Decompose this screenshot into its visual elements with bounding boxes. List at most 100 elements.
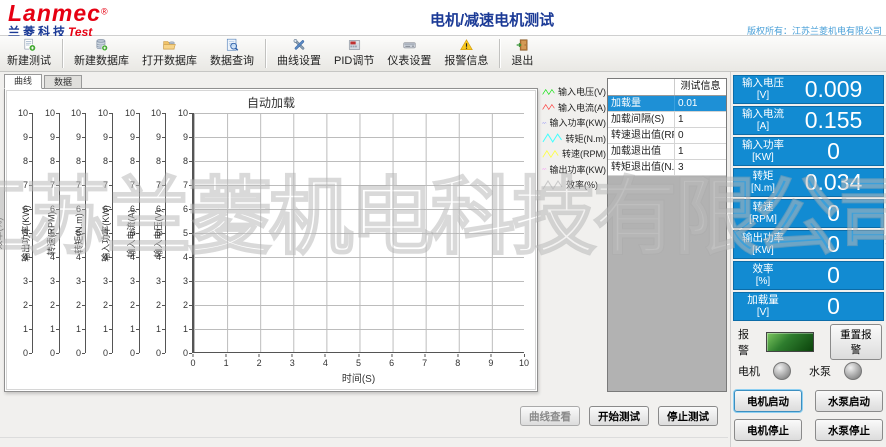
y-axis-label-wrap: 转速(RPM)	[46, 113, 56, 353]
curve-view-button[interactable]: 曲线查看	[520, 406, 580, 426]
y-axis-label-wrap: 输出功率(KW)	[20, 113, 30, 353]
measurement-block: 输入电压[V]0.009	[733, 75, 884, 104]
y-axis-label-wrap: 输入功率(KW)	[100, 113, 110, 353]
chart-legend: 输入电压(V)输入电流(A)输入功率(KW)转矩(N.m)转速(RPM)输出功率…	[542, 84, 606, 193]
tab-curve[interactable]: 曲线	[4, 74, 42, 89]
legend-label: 转矩(N.m)	[566, 132, 607, 145]
y-tick: 5	[183, 228, 192, 238]
y-tick: 7	[183, 180, 192, 190]
legend-label: 输出功率(KW)	[550, 163, 607, 176]
legend-label: 输入电压(V)	[558, 85, 606, 98]
x-axis-label: 时间(S)	[193, 370, 524, 385]
measurement-value: 0.155	[792, 107, 883, 134]
measurement-label: 效率[%]	[734, 264, 792, 287]
exit-button[interactable]: 退出	[508, 37, 536, 70]
test-info-name: 加载量	[608, 96, 675, 111]
y-axis-label-wrap: 转矩(N.m)	[73, 113, 83, 353]
toolbar-separator	[499, 39, 500, 68]
alarm-info-button[interactable]: 报警信息	[441, 37, 491, 70]
alarm-row: 报警 重置报警	[738, 330, 882, 354]
curve-settings-button[interactable]: 曲线设置	[274, 37, 324, 70]
alarm-info-icon	[456, 38, 477, 52]
legend-line-icon	[542, 101, 555, 113]
motor-start-button[interactable]: 电机启动	[734, 390, 802, 412]
y-axis-label: 转矩(N.m)	[72, 213, 85, 254]
chart-panel: 自动加载 效率(%)109876543210输出功率(KW)1098765432…	[4, 88, 538, 392]
motor-stop-button[interactable]: 电机停止	[734, 419, 802, 441]
logo-brand: Lanmec	[8, 0, 101, 26]
legend-item: 输入电流(A)	[542, 100, 606, 116]
measurement-label: 输入功率[KW]	[734, 140, 792, 163]
test-info-row[interactable]: 转矩退出值(N.m)3	[608, 160, 726, 176]
x-tick: 7	[422, 354, 427, 368]
pid-tuning-icon	[344, 38, 365, 52]
test-info-value: 1	[675, 112, 726, 127]
measurement-block: 效率[%]0	[733, 261, 884, 290]
legend-item: 效率(%)	[542, 177, 606, 193]
stop-test-button[interactable]: 停止测试	[658, 406, 718, 426]
x-tick: 9	[488, 354, 493, 368]
y-axis-label: 输入功率(KW)	[99, 205, 112, 262]
control-buttons: 电机启动 水泵启动 电机停止 水泵停止	[734, 390, 883, 441]
measurement-value: 0	[792, 293, 883, 320]
meter-settings-button[interactable]: 仪表设置	[384, 37, 434, 70]
toolbar-label: 打开数据库	[142, 52, 197, 68]
y-axis-label: 输入电流(A)	[125, 209, 138, 257]
alarm-label: 报警	[738, 326, 758, 358]
test-info-header: 测试信息	[675, 79, 726, 95]
measurement-block: 转矩[N.m]0.034	[733, 168, 884, 197]
x-tick: 8	[455, 354, 460, 368]
test-info-row[interactable]: 加载退出值1	[608, 144, 726, 160]
reset-alarm-button[interactable]: 重置报警	[830, 324, 882, 360]
toolbar-label: 报警信息	[444, 52, 488, 68]
open-database-button[interactable]: 打开数据库	[139, 37, 200, 70]
y-axis: 输入电压(V)109876543210	[167, 113, 193, 353]
new-test-button[interactable]: 新建测试	[4, 37, 54, 70]
toolbar: 新建测试 新建数据库 打开数据库	[0, 36, 886, 72]
measurement-value: 0.009	[792, 76, 883, 103]
start-test-button[interactable]: 开始测试	[589, 406, 649, 426]
legend-line-icon	[542, 86, 555, 98]
data-query-icon	[222, 38, 243, 52]
test-info-row[interactable]: 加载量0.01	[608, 96, 726, 112]
new-database-button[interactable]: 新建数据库	[71, 37, 132, 70]
legend-item: 输入电压(V)	[542, 84, 606, 100]
test-info-row[interactable]: 转速退出值(RPM)0	[608, 128, 726, 144]
test-info-table: 测试信息 加载量0.01加载间隔(S)1转速退出值(RPM)0加载退出值1转矩退…	[607, 78, 727, 392]
x-tick: 2	[257, 354, 262, 368]
x-axis-ticks: 012345678910	[193, 354, 524, 368]
measurement-label: 加载量[V]	[734, 295, 792, 318]
measurement-value: 0	[792, 200, 883, 227]
test-info-name: 加载间隔(S)	[608, 112, 675, 127]
toolbar-label: 曲线设置	[277, 52, 321, 68]
data-query-button[interactable]: 数据查询	[207, 37, 257, 70]
measurement-label: 输出功率[KW]	[734, 233, 792, 256]
measurement-value: 0	[792, 262, 883, 289]
right-panel: 输入电压[V]0.009输入电流[A]0.155输入功率[KW]0转矩[N.m]…	[730, 72, 886, 447]
legend-line-icon	[542, 163, 547, 175]
x-tick: 6	[389, 354, 394, 368]
test-info-row[interactable]: 加载间隔(S)1	[608, 112, 726, 128]
x-tick: 10	[519, 354, 529, 368]
test-info-value: 3	[675, 160, 726, 175]
legend-item: 输入功率(KW)	[542, 115, 606, 131]
indicator-row: 电机 水泵	[738, 360, 880, 382]
test-info-name: 转矩退出值(N.m)	[608, 160, 675, 175]
x-tick: 3	[290, 354, 295, 368]
legend-label: 效率(%)	[566, 178, 598, 191]
pump-stop-button[interactable]: 水泵停止	[815, 419, 883, 441]
legend-item: 转矩(N.m)	[542, 131, 606, 147]
y-axis-label: 输出功率(KW)	[19, 205, 32, 262]
y-tick: 10	[178, 108, 192, 118]
pump-start-button[interactable]: 水泵启动	[815, 390, 883, 412]
x-tick: 5	[356, 354, 361, 368]
tab-strip: 曲线 数据	[4, 74, 82, 89]
toolbar-separator	[62, 39, 63, 68]
lanmec-logo: Lanmec® 兰菱科技Test	[8, 2, 108, 38]
measurement-block: 输出功率[KW]0	[733, 230, 884, 259]
pid-tuning-button[interactable]: PID调节	[331, 37, 377, 70]
tab-data[interactable]: 数据	[44, 75, 82, 89]
measurement-value: 0.034	[792, 169, 883, 196]
plot-grid	[193, 113, 524, 353]
y-axis-label-wrap: 输入电流(A)	[126, 113, 136, 353]
